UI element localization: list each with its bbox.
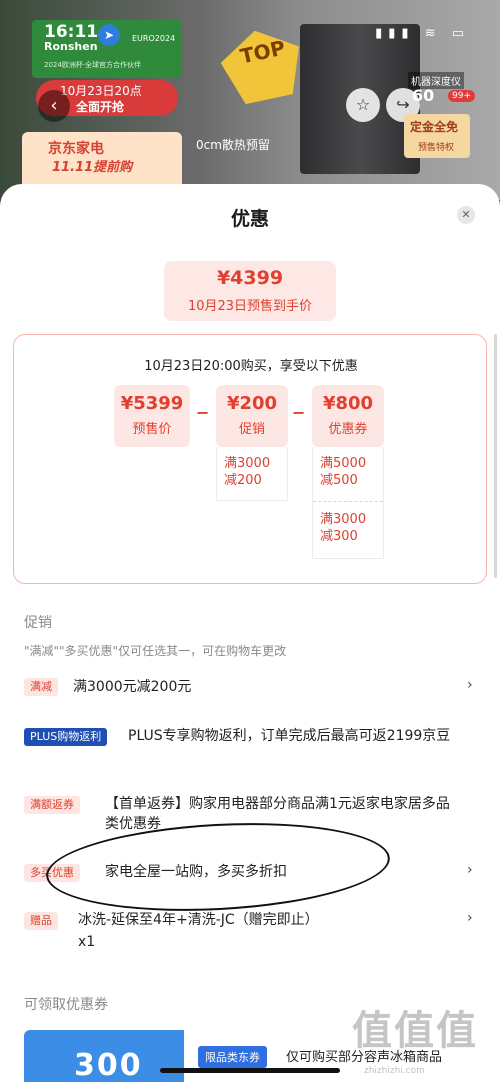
close-icon[interactable]: ✕	[457, 206, 475, 224]
discount-sheet: 优惠 ✕ ¥4399 10月23日预售到手价 10月23日20:00购买，享受以…	[0, 184, 500, 1082]
product-banner: 16:11 ➤ Ronshen EURO2024 2024欧洲杯·全球官方合作伙…	[0, 0, 500, 200]
minus-operator: −	[292, 403, 306, 422]
detail-divider	[313, 501, 383, 502]
sale-start: 全面开抢	[76, 100, 125, 114]
promo-tag: 赠品	[24, 912, 58, 930]
discount-detail-1: 满3000 减200	[224, 456, 271, 488]
final-price-box: ¥4399 10月23日预售到手价	[164, 261, 336, 321]
promo-text: PLUS专享购物返利，订单完成后最高可返2199京豆	[128, 728, 451, 744]
promo-row-gift[interactable]: 赠品 冰洗-延保至4年+清洗-JC（赠完即止） x1 ›	[0, 908, 500, 956]
coupon-label: 优惠券	[328, 422, 368, 437]
coupon-detail-1: 满5000 减500	[320, 456, 367, 488]
chevron-right-icon[interactable]: ›	[467, 910, 473, 926]
final-price-label: 10月23日预售到手价	[187, 299, 313, 314]
status-time: 16:11	[44, 22, 99, 42]
brand-name: Ronshen	[44, 40, 98, 53]
minus-operator: −	[196, 403, 210, 422]
coupons-section-label: 可领取优惠券	[24, 997, 108, 1013]
watermark-url: zhizhizhi.com	[364, 1066, 425, 1076]
promo-tag: 满减	[24, 678, 58, 696]
promotion-section-label: 促销	[24, 615, 52, 631]
partner-text: 2024欧洲杯·全球官方合作伙伴	[44, 61, 142, 69]
discount-label: 促销	[238, 422, 265, 437]
home-indicator[interactable]	[160, 1068, 340, 1073]
gift-quantity: x1	[78, 934, 96, 950]
status-icons: ▮▮▮ ≋ ▭	[375, 26, 470, 41]
heat-note: 0cm散热预留	[196, 138, 270, 152]
promo-text: 冰洗-延保至4年+清洗-JC（赠完即止）	[78, 912, 319, 928]
final-price: ¥4399	[216, 267, 284, 289]
promo-row-plus[interactable]: PLUS购物返利 PLUS专享购物返利，订单完成后最高可返2199京豆	[0, 724, 500, 770]
coupon-details: 满5000 减500 满3000 减300	[312, 447, 384, 559]
euro-badge: EURO2024	[132, 34, 176, 43]
coupon-value: 300	[74, 1048, 143, 1082]
promo-text: 满3000元减200元	[73, 679, 192, 695]
breakdown-heading: 10月23日20:00购买，享受以下优惠	[144, 359, 358, 374]
coupon-detail-2: 满3000 减300	[320, 512, 367, 544]
discount-details: 满3000 减200	[216, 447, 288, 501]
price-breakdown: 10月23日20:00购买，享受以下优惠 ¥5399 预售价 − ¥200 促销…	[13, 334, 487, 584]
depth-value: 60	[412, 86, 435, 105]
coupon-card: ¥800 优惠券	[312, 385, 384, 447]
deposit-title: 定金全免	[410, 120, 459, 134]
promo-tag: 满额返券	[24, 796, 80, 814]
promo-row-manjian[interactable]: 满减 满3000元减200元 ›	[0, 674, 500, 704]
promotion-note: "满减""多买优惠"仅可任选其一，可在购物车更改	[24, 644, 287, 658]
coupon-tag: 限品类东券	[198, 1046, 267, 1068]
sheet-title: 优惠	[230, 208, 269, 230]
star-icon[interactable]: ☆	[346, 88, 380, 122]
location-arrow-icon: ➤	[98, 24, 120, 46]
presale-card: ¥5399 预售价	[114, 385, 190, 447]
watermark-logo: 值值值	[352, 1008, 478, 1054]
coupon-amount: ¥800	[322, 393, 374, 414]
chevron-right-icon[interactable]: ›	[467, 862, 473, 878]
promo-tag: PLUS购物返利	[24, 728, 108, 746]
top-badge-shape	[216, 22, 309, 107]
presale-amount: ¥5399	[120, 393, 184, 414]
jd-subtitle: 11.11提前购	[52, 160, 133, 175]
presale-label: 预售价	[132, 422, 172, 437]
discount-amount: ¥200	[226, 393, 278, 414]
sale-date: 10月23日20点	[60, 84, 142, 98]
back-chevron-icon[interactable]: ‹	[38, 90, 70, 122]
chevron-right-icon[interactable]: ›	[467, 677, 473, 693]
discount-card: ¥200 促销	[216, 385, 288, 447]
jd-title: 京东家电	[48, 141, 104, 157]
scrollbar[interactable]	[494, 334, 497, 578]
deposit-subtitle: 预售特权	[418, 143, 455, 153]
cart-count-badge: 99+	[448, 90, 475, 102]
